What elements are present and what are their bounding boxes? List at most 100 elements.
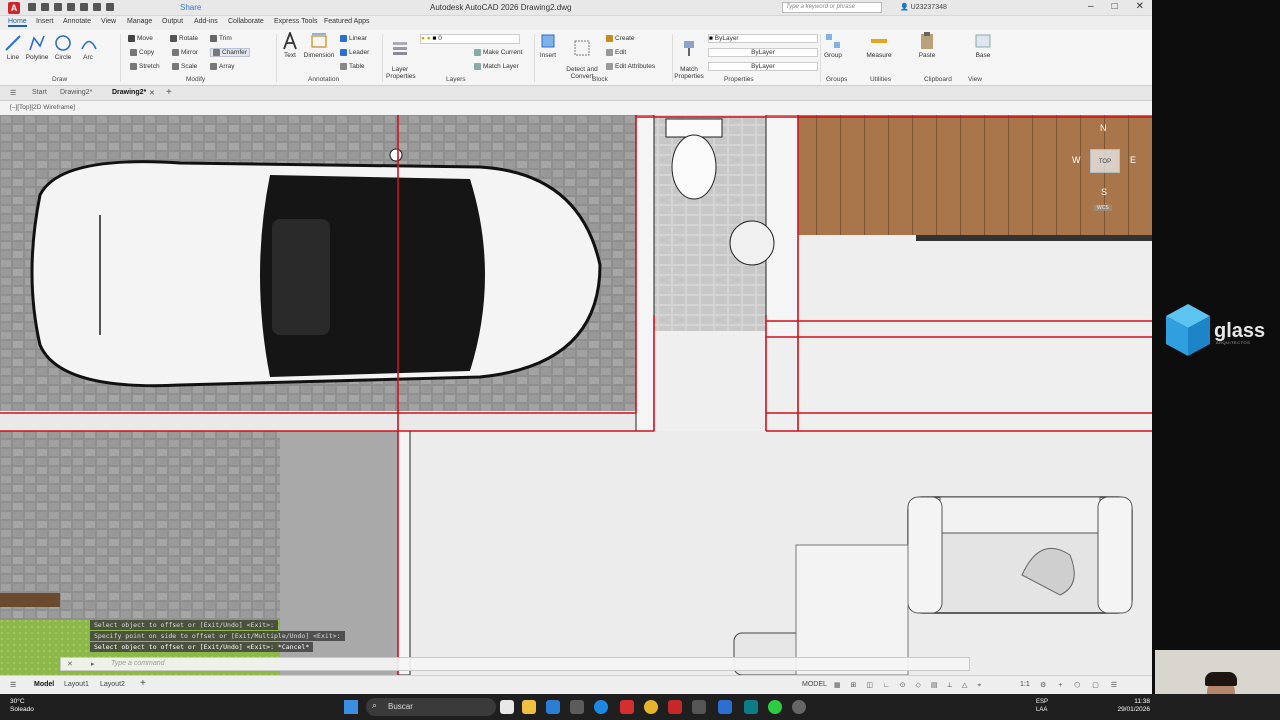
tab-layout1[interactable]: Layout1	[64, 681, 89, 688]
measure-tool[interactable]: Measure	[864, 32, 894, 59]
color-dropdown[interactable]: ■ ByLayer	[708, 34, 818, 43]
share-button[interactable]: Share	[180, 3, 201, 12]
edit-block-tool[interactable]: Edit	[606, 49, 626, 56]
help-search-input[interactable]: Type a keyword or phrase	[782, 2, 882, 13]
arc-tool[interactable]: Arc	[80, 34, 97, 61]
app-icon[interactable]	[718, 700, 732, 714]
menu-icon[interactable]: ☰	[10, 89, 16, 97]
tab-annotate[interactable]: Annotate	[63, 18, 91, 25]
chrome-icon[interactable]	[644, 700, 658, 714]
command-input[interactable]: Type a command	[111, 660, 165, 667]
input-language[interactable]: ESP LAA	[1036, 698, 1048, 714]
dimension-tool[interactable]: Dimension	[303, 32, 335, 59]
settings-gear-icon[interactable]	[792, 700, 806, 714]
tab-featured-apps[interactable]: Featured Apps	[324, 18, 370, 25]
tab-insert[interactable]: Insert	[36, 18, 54, 25]
line-tool[interactable]: Line	[4, 34, 22, 61]
taskbar-search[interactable]: Buscar	[366, 698, 496, 716]
scale-tool[interactable]: Scale	[172, 63, 197, 70]
tab-collaborate[interactable]: Collaborate	[228, 18, 264, 25]
circle-tool[interactable]: Circle	[53, 34, 73, 61]
command-line[interactable]: ✕ ▸ Type a command	[60, 657, 970, 671]
layer-properties-tool[interactable]: Layer Properties	[386, 32, 416, 80]
undo-icon[interactable]	[93, 3, 101, 11]
draw-panel-label[interactable]: Draw	[52, 76, 67, 83]
array-tool[interactable]: Array	[210, 63, 235, 70]
viewcube[interactable]: N TOP W E S WCS	[1070, 123, 1140, 219]
lineweight-dropdown[interactable]: ByLayer	[708, 48, 818, 57]
weather-widget[interactable]: 30°C Soleado	[10, 698, 34, 714]
table-tool[interactable]: Table	[340, 63, 365, 70]
close-command-icon[interactable]: ✕	[67, 660, 73, 668]
close-tab-icon[interactable]: ✕	[149, 89, 155, 97]
polyline-tool[interactable]: Polyline	[24, 34, 50, 61]
redo-icon[interactable]	[106, 3, 114, 11]
block-panel-label[interactable]: Block	[592, 76, 608, 83]
start-windows-icon[interactable]	[344, 700, 358, 714]
properties-panel-label[interactable]: Properties	[724, 76, 754, 83]
clipboard-panel-label[interactable]: Clipboard	[924, 76, 952, 83]
modify-panel-label[interactable]: Modify	[186, 76, 205, 83]
edge-icon[interactable]	[594, 700, 608, 714]
viewcube-south[interactable]: S	[1101, 187, 1107, 197]
maximize-button[interactable]: □	[1112, 1, 1118, 12]
tab-layout2[interactable]: Layout2	[100, 681, 125, 688]
tab-manage[interactable]: Manage	[127, 18, 152, 25]
insert-tool[interactable]: Insert	[538, 32, 558, 59]
new-icon[interactable]	[28, 3, 36, 11]
annotation-panel-label[interactable]: Annotation	[308, 76, 339, 83]
app-icon[interactable]	[570, 700, 584, 714]
tab-output[interactable]: Output	[162, 18, 183, 25]
tab-add-ins[interactable]: Add-ins	[194, 18, 218, 25]
group-tool[interactable]: Group	[822, 32, 844, 59]
viewcube-west[interactable]: W	[1072, 155, 1081, 165]
detect-convert-tool[interactable]: Detect and Convert	[564, 32, 600, 80]
make-current-tool[interactable]: Make Current	[474, 49, 522, 56]
whatsapp-icon[interactable]	[768, 700, 782, 714]
save-as-icon[interactable]	[67, 3, 75, 11]
viewcube-north[interactable]: N	[1100, 123, 1107, 133]
wcs-menu[interactable]: WCS	[1094, 205, 1112, 211]
autocad-taskbar-icon[interactable]	[668, 700, 682, 714]
match-layer-tool[interactable]: Match Layer	[474, 63, 519, 70]
file-explorer-icon[interactable]	[522, 700, 536, 714]
create-block-tool[interactable]: Create	[606, 35, 635, 42]
app-icon[interactable]	[546, 700, 560, 714]
move-tool[interactable]: Move	[128, 35, 153, 42]
drawing-canvas[interactable]: N TOP W E S WCS Select object to offset …	[0, 115, 1152, 675]
tab-drawing2-inactive[interactable]: Drawing2*	[60, 89, 92, 96]
text-tool[interactable]: Text	[281, 32, 299, 59]
app-icon[interactable]	[692, 700, 706, 714]
viewcube-top-face[interactable]: TOP	[1090, 149, 1120, 173]
chamfer-tool[interactable]: Chamfer	[210, 48, 250, 58]
tab-model[interactable]: Model	[34, 681, 54, 688]
add-layout-icon[interactable]: +	[140, 678, 146, 689]
annotation-scale[interactable]: 1:1	[1020, 681, 1030, 688]
open-icon[interactable]	[41, 3, 49, 11]
menu-icon[interactable]: ☰	[10, 681, 16, 689]
linear-tool[interactable]: Linear	[340, 35, 367, 42]
acrobat-icon[interactable]	[620, 700, 634, 714]
viewcube-east[interactable]: E	[1130, 155, 1136, 165]
system-clock[interactable]: 11:38 29/01/2026	[1117, 698, 1150, 714]
tab-express-tools[interactable]: Express Tools	[274, 18, 317, 25]
layers-panel-label[interactable]: Layers	[446, 76, 466, 83]
save-icon[interactable]	[54, 3, 62, 11]
tab-drawing2-active[interactable]: Drawing2*	[112, 89, 146, 96]
user-account[interactable]: 👤 U23237348	[900, 3, 947, 11]
autocad-logo-icon[interactable]: A	[8, 2, 20, 14]
view-panel-label[interactable]: View	[968, 76, 982, 83]
utilities-panel-label[interactable]: Utilities	[870, 76, 891, 83]
tab-view[interactable]: View	[101, 18, 116, 25]
model-space-button[interactable]: MODEL	[802, 681, 827, 688]
grid-snap-icons[interactable]: ▦ ⊞ ◫ ∟ ⊙ ◇ ▤ ⟂ △ ⌖	[834, 681, 985, 690]
stretch-tool[interactable]: Stretch	[130, 63, 160, 70]
copy-tool[interactable]: Copy	[130, 49, 154, 56]
base-view-tool[interactable]: Base	[972, 32, 994, 59]
groups-panel-label[interactable]: Groups	[826, 76, 847, 83]
layer-dropdown[interactable]: ● ● ■ 0	[420, 34, 520, 44]
tab-start[interactable]: Start	[32, 89, 47, 96]
minimize-button[interactable]: –	[1088, 1, 1094, 12]
match-properties-tool[interactable]: Match Properties	[674, 32, 704, 80]
leader-tool[interactable]: Leader	[340, 49, 369, 56]
